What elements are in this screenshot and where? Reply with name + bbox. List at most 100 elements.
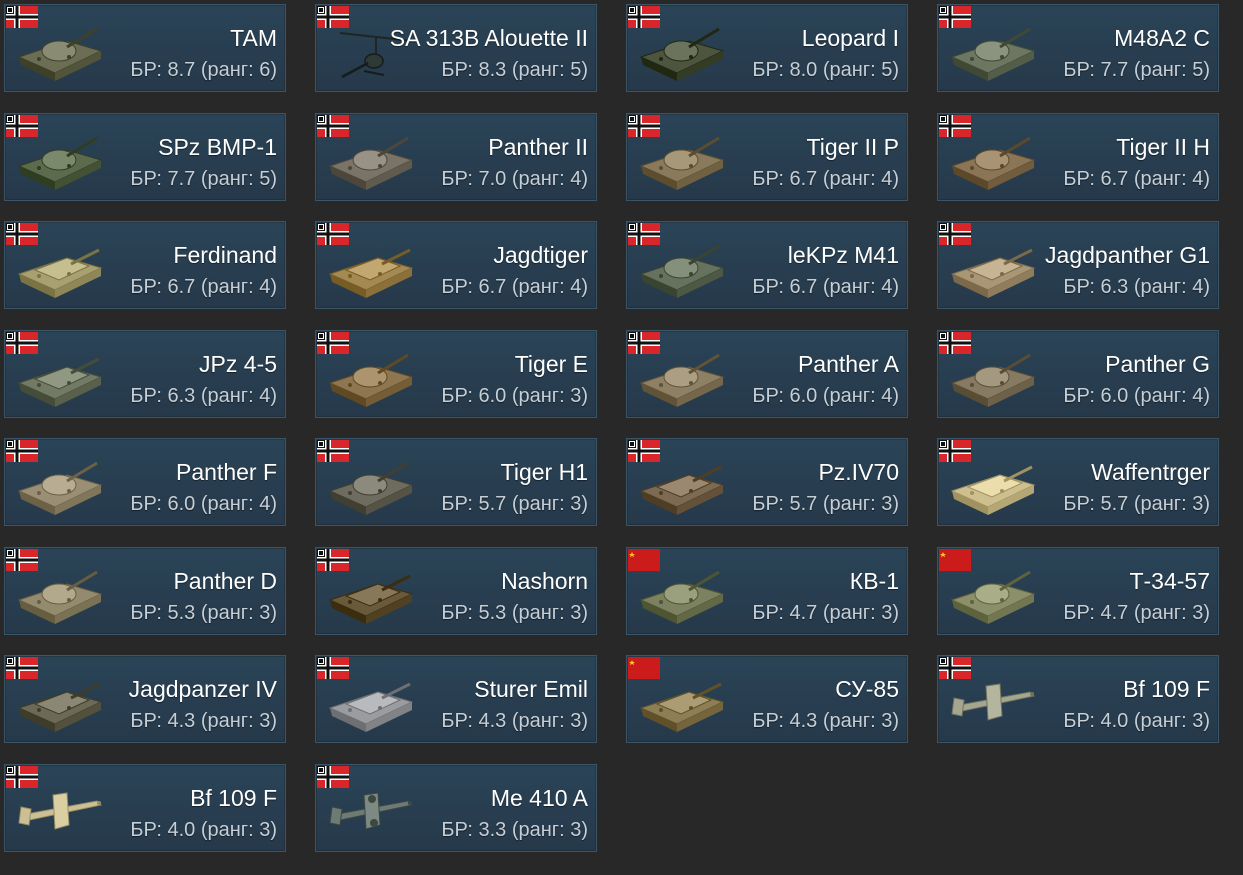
vehicle-name: Me 410 A	[490, 784, 588, 811]
vehicle-battle-rating: БР: 6.0 (ранг: 4)	[130, 493, 277, 515]
vehicle-name: Leopard I	[801, 25, 899, 51]
vehicle-battle-rating: БР: 6.7 (ранг: 4)	[441, 276, 588, 298]
vehicle-name: Tiger H1	[500, 459, 588, 485]
vehicle-card[interactable]: Jagdtiger БР: 6.7 (ранг: 4)	[315, 221, 597, 309]
vehicle-name: Waffentrger	[1091, 459, 1210, 485]
german-war-flag-icon	[6, 765, 38, 788]
german-war-flag-icon	[6, 114, 38, 137]
vehicle-card[interactable]: Tiger II H БР: 6.7 (ранг: 4)	[937, 112, 1219, 201]
vehicle-card[interactable]: Tiger II P БР: 6.7 (ранг: 4)	[626, 112, 908, 201]
vehicle-name: Bf 109 F	[1123, 676, 1210, 702]
vehicle-battle-rating: БР: 5.7 (ранг: 3)	[441, 493, 588, 515]
vehicle-battle-rating: БР: 6.0 (ранг: 3)	[441, 384, 588, 407]
german-war-flag-icon	[628, 6, 660, 28]
german-war-flag-icon	[939, 657, 971, 679]
vehicle-name: Pz.IV70	[818, 459, 899, 485]
vehicle-battle-rating: БР: 8.3 (ранг: 5)	[441, 59, 588, 81]
german-war-flag-icon	[317, 331, 349, 354]
german-war-flag-icon	[628, 440, 660, 462]
vehicle-name: Ferdinand	[173, 242, 277, 268]
german-war-flag-icon	[939, 440, 971, 462]
vehicle-card[interactable]: JPz 4-5 БР: 6.3 (ранг: 4)	[4, 329, 286, 418]
vehicle-card[interactable]: Panther A БР: 6.0 (ранг: 4)	[626, 329, 908, 418]
vehicle-name: Tiger II P	[806, 133, 899, 160]
vehicle-name: SA 313B Alouette II	[389, 25, 588, 51]
german-war-flag-icon	[317, 440, 349, 462]
vehicle-name: Tiger II H	[1116, 133, 1210, 160]
vehicle-battle-rating: БР: 4.3 (ранг: 3)	[441, 710, 588, 732]
vehicle-battle-rating: БР: 4.0 (ранг: 3)	[1063, 710, 1210, 732]
vehicle-name: Panther G	[1105, 350, 1210, 377]
vehicle-card[interactable]: Jagdpanther G1 БР: 6.3 (ранг: 4)	[937, 221, 1219, 309]
vehicle-card[interactable]: SA 313B Alouette II БР: 8.3 (ранг: 5)	[315, 4, 597, 92]
vehicle-card[interactable]: leKPz M41 БР: 6.7 (ранг: 4)	[626, 221, 908, 309]
soviet-flag-icon	[628, 657, 660, 679]
german-war-flag-icon	[317, 114, 349, 137]
vehicle-battle-rating: БР: 4.7 (ранг: 3)	[752, 601, 899, 624]
vehicle-name: КВ-1	[849, 567, 899, 594]
german-war-flag-icon	[6, 6, 38, 28]
vehicle-battle-rating: БР: 6.0 (ранг: 4)	[752, 384, 899, 407]
vehicle-card[interactable]: SPz BMP-1 БР: 7.7 (ранг: 5)	[4, 112, 286, 201]
vehicle-battle-rating: БР: 6.3 (ранг: 4)	[1063, 276, 1210, 298]
vehicle-battle-rating: БР: 7.7 (ранг: 5)	[130, 167, 277, 190]
vehicle-card[interactable]: Panther G БР: 6.0 (ранг: 4)	[937, 329, 1219, 418]
vehicle-card[interactable]: СУ-85 БР: 4.3 (ранг: 3)	[626, 655, 908, 743]
vehicle-card[interactable]: Tiger H1 БР: 5.7 (ранг: 3)	[315, 438, 597, 526]
vehicle-card[interactable]: Waffentrger БР: 5.7 (ранг: 3)	[937, 438, 1219, 526]
german-war-flag-icon	[317, 223, 349, 245]
vehicle-card[interactable]: Bf 109 F БР: 4.0 (ранг: 3)	[4, 763, 286, 852]
vehicle-name: leKPz M41	[787, 242, 899, 268]
vehicle-card[interactable]: Leopard I БР: 8.0 (ранг: 5)	[626, 4, 908, 92]
vehicle-battle-rating: БР: 6.0 (ранг: 4)	[1063, 384, 1210, 407]
vehicle-card[interactable]: КВ-1 БР: 4.7 (ранг: 3)	[626, 546, 908, 635]
vehicle-card[interactable]: Sturer Emil БР: 4.3 (ранг: 3)	[315, 655, 597, 743]
vehicle-card[interactable]: Ferdinand БР: 6.7 (ранг: 4)	[4, 221, 286, 309]
vehicle-name: SPz BMP-1	[158, 133, 277, 160]
vehicle-battle-rating: БР: 4.3 (ранг: 3)	[130, 710, 277, 732]
vehicle-battle-rating: БР: 5.7 (ранг: 3)	[1063, 493, 1210, 515]
german-war-flag-icon	[6, 657, 38, 679]
vehicle-card[interactable]: Jagdpanzer IV БР: 4.3 (ранг: 3)	[4, 655, 286, 743]
german-war-flag-icon	[6, 548, 38, 571]
vehicle-battle-rating: БР: 7.0 (ранг: 4)	[441, 167, 588, 190]
vehicle-name: Panther II	[488, 133, 588, 160]
vehicle-card[interactable]: Tiger E БР: 6.0 (ранг: 3)	[315, 329, 597, 418]
vehicle-battle-rating: БР: 4.7 (ранг: 3)	[1063, 601, 1210, 624]
vehicle-name: Tiger E	[514, 350, 588, 377]
vehicle-card[interactable]: Bf 109 F БР: 4.0 (ранг: 3)	[937, 655, 1219, 743]
german-war-flag-icon	[6, 331, 38, 354]
vehicle-name: Jagdtiger	[493, 242, 588, 268]
vehicle-card[interactable]: Т-34-57 БР: 4.7 (ранг: 3)	[937, 546, 1219, 635]
german-war-flag-icon	[317, 548, 349, 571]
german-war-flag-icon	[628, 331, 660, 354]
vehicle-card[interactable]: Panther F БР: 6.0 (ранг: 4)	[4, 438, 286, 526]
german-war-flag-icon	[317, 765, 349, 788]
vehicle-name: Sturer Emil	[474, 676, 588, 702]
vehicle-battle-rating: БР: 8.0 (ранг: 5)	[752, 59, 899, 81]
vehicle-card[interactable]: Pz.IV70 БР: 5.7 (ранг: 3)	[626, 438, 908, 526]
vehicle-battle-rating: БР: 3.3 (ранг: 3)	[441, 818, 588, 841]
vehicle-card[interactable]: Panther II БР: 7.0 (ранг: 4)	[315, 112, 597, 201]
vehicle-battle-rating: БР: 4.3 (ранг: 3)	[752, 710, 899, 732]
vehicle-card[interactable]: M48A2 C БР: 7.7 (ранг: 5)	[937, 4, 1219, 92]
vehicle-name: Т-34-57	[1129, 567, 1210, 594]
german-war-flag-icon	[939, 6, 971, 28]
vehicle-battle-rating: БР: 5.3 (ранг: 3)	[130, 601, 277, 624]
vehicle-battle-rating: БР: 6.7 (ранг: 4)	[752, 167, 899, 190]
vehicle-card[interactable]: Panther D БР: 5.3 (ранг: 3)	[4, 546, 286, 635]
vehicle-battle-rating: БР: 4.0 (ранг: 3)	[130, 818, 277, 841]
vehicle-card[interactable]: TAM БР: 8.7 (ранг: 6)	[4, 4, 286, 92]
vehicle-battle-rating: БР: 6.7 (ранг: 4)	[1063, 167, 1210, 190]
vehicle-name: Jagdpanther G1	[1045, 242, 1210, 268]
vehicle-card[interactable]: Me 410 A БР: 3.3 (ранг: 3)	[315, 763, 597, 852]
vehicle-card[interactable]: Nashorn БР: 5.3 (ранг: 3)	[315, 546, 597, 635]
vehicle-name: СУ-85	[835, 676, 899, 702]
soviet-flag-icon	[628, 548, 660, 571]
vehicle-name: Nashorn	[501, 567, 588, 594]
vehicle-name: Panther A	[797, 350, 899, 377]
vehicle-name: Panther D	[173, 567, 277, 594]
vehicle-battle-rating: БР: 8.7 (ранг: 6)	[130, 59, 277, 81]
vehicle-name: TAM	[230, 25, 277, 51]
german-war-flag-icon	[317, 6, 349, 28]
